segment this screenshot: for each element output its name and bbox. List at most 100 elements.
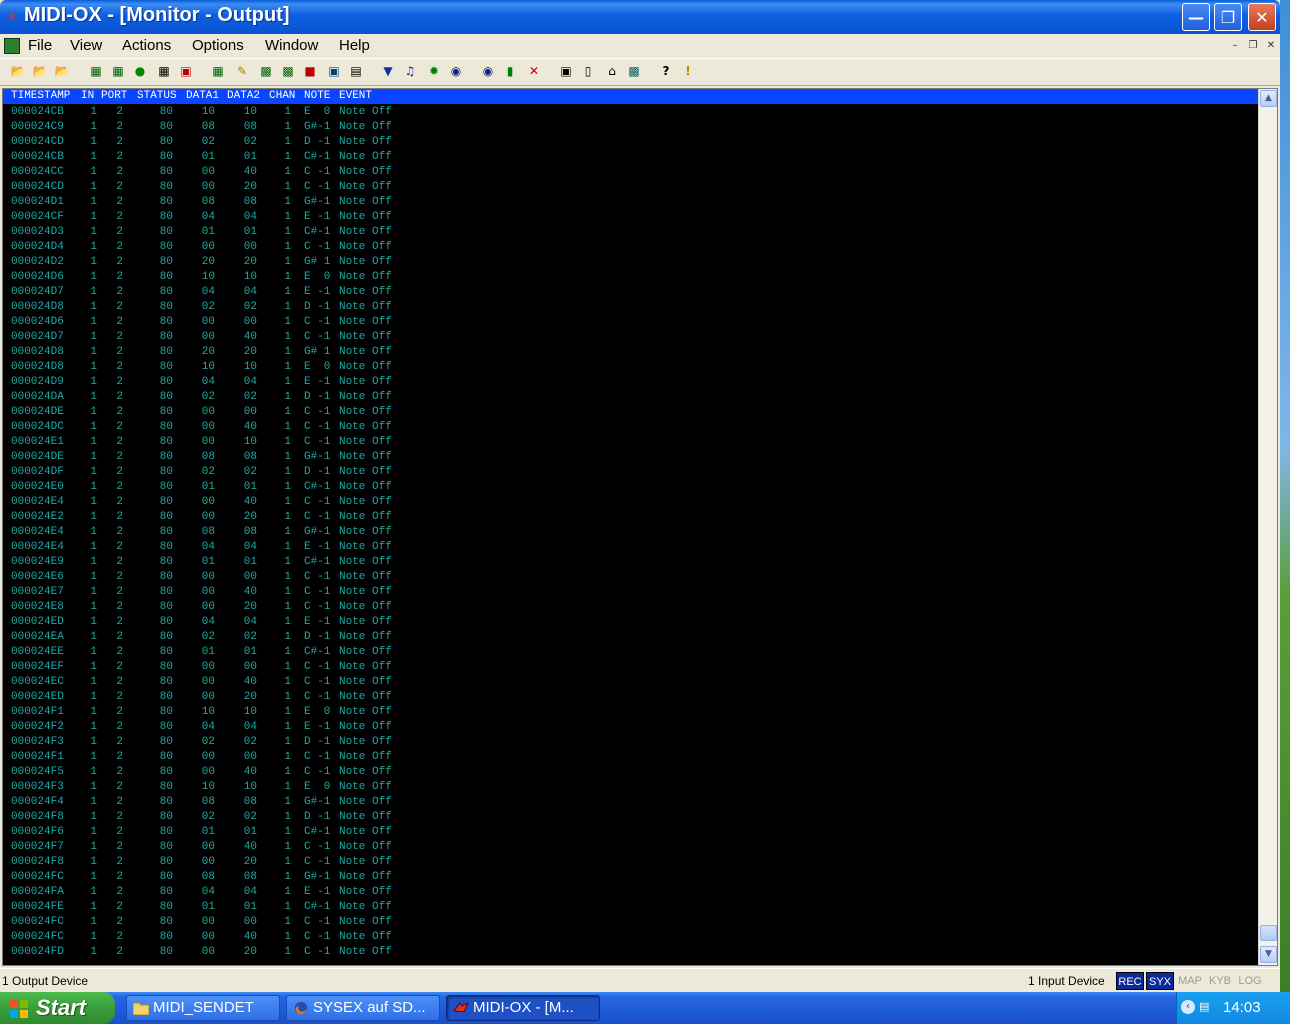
mdi-minimize-button[interactable]: – [1228,40,1242,52]
menu-view[interactable]: View [70,37,102,54]
table-row[interactable]: 000024E8 1 2 80 00 20 1 C -1 Note Off [3,600,1258,615]
table-row[interactable]: 000024CC 1 2 80 00 40 1 C -1 Note Off [3,165,1258,180]
table-row[interactable]: 000024F7 1 2 80 00 40 1 C -1 Note Off [3,840,1258,855]
record-icon[interactable]: ● [132,63,148,79]
port-out-icon[interactable]: ▦ [110,63,126,79]
table-row[interactable]: 000024D7 1 2 80 00 40 1 C -1 Note Off [3,330,1258,345]
table-row[interactable]: 000024CD 1 2 80 00 20 1 C -1 Note Off [3,180,1258,195]
table-row[interactable]: 000024F2 1 2 80 04 04 1 E -1 Note Off [3,720,1258,735]
table-row[interactable]: 000024E9 1 2 80 01 01 1 C#-1 Note Off [3,555,1258,570]
monitor-output-pane[interactable]: TIMESTAMP IN PORT STATUS DATA1 DATA2 CHA… [2,88,1278,966]
document-icon[interactable] [4,38,20,54]
table-row[interactable]: 000024CD 1 2 80 02 02 1 D -1 Note Off [3,135,1258,150]
open-icon[interactable]: 📂 [10,63,26,79]
table-row[interactable]: 000024EC 1 2 80 00 40 1 C -1 Note Off [3,675,1258,690]
table-row[interactable]: 000024D3 1 2 80 01 01 1 C#-1 Note Off [3,225,1258,240]
table-row[interactable]: 000024C9 1 2 80 08 08 1 G#-1 Note Off [3,120,1258,135]
menu-window[interactable]: Window [265,37,318,54]
grid-icon[interactable]: ▦ [156,63,172,79]
table-row[interactable]: 000024CB 1 2 80 01 01 1 C#-1 Note Off [3,150,1258,165]
table-row[interactable]: 000024FC 1 2 80 00 00 1 C -1 Note Off [3,915,1258,930]
table-row[interactable]: 000024EE 1 2 80 01 01 1 C#-1 Note Off [3,645,1258,660]
clock-icon[interactable]: ◉ [448,63,464,79]
table-row[interactable]: 000024E4 1 2 80 00 40 1 C -1 Note Off [3,495,1258,510]
table-row[interactable]: 000024CB 1 2 80 10 10 1 E 0 Note Off [3,105,1258,120]
table-row[interactable]: 000024EA 1 2 80 02 02 1 D -1 Note Off [3,630,1258,645]
restore-button[interactable]: ❐ [1214,3,1242,31]
table-row[interactable]: 000024DC 1 2 80 00 40 1 C -1 Note Off [3,420,1258,435]
menu-help[interactable]: Help [339,37,370,54]
table-row[interactable]: 000024E0 1 2 80 01 01 1 C#-1 Note Off [3,480,1258,495]
table-row[interactable]: 000024D8 1 2 80 10 10 1 E 0 Note Off [3,360,1258,375]
menu-options[interactable]: Options [192,37,244,54]
table-row[interactable]: 000024FC 1 2 80 00 40 1 C -1 Note Off [3,930,1258,945]
table-row[interactable]: 000024D6 1 2 80 10 10 1 E 0 Note Off [3,270,1258,285]
scroll-up-icon[interactable]: ▲ [1260,90,1277,107]
table-row[interactable]: 000024D6 1 2 80 00 00 1 C -1 Note Off [3,315,1258,330]
menu-file[interactable]: File [28,37,52,54]
table-row[interactable]: 000024D1 1 2 80 08 08 1 G#-1 Note Off [3,195,1258,210]
table-row[interactable]: 000024F8 1 2 80 02 02 1 D -1 Note Off [3,810,1258,825]
open-out-icon[interactable]: 📂 [54,63,70,79]
table-row[interactable]: 000024DA 1 2 80 02 02 1 D -1 Note Off [3,390,1258,405]
table-row[interactable]: 000024D8 1 2 80 02 02 1 D -1 Note Off [3,300,1258,315]
table-row[interactable]: 000024E4 1 2 80 04 04 1 E -1 Note Off [3,540,1258,555]
edit-icon[interactable]: ✎ [234,63,250,79]
vertical-scrollbar[interactable]: ▲ ▼ [1258,89,1277,965]
mdi-restore-button[interactable]: ❐ [1246,40,1260,52]
column-icon[interactable]: ▯ [580,63,596,79]
task-midiox[interactable]: MIDI-OX - [M... [446,995,600,1021]
table-row[interactable]: 000024FA 1 2 80 04 04 1 E -1 Note Off [3,885,1258,900]
task-firefox[interactable]: SYSEX auf SD... [286,995,440,1021]
tuner-icon[interactable]: ▼ [380,63,396,79]
table-row[interactable]: 000024D9 1 2 80 04 04 1 E -1 Note Off [3,375,1258,390]
start-button[interactable]: Start [0,992,115,1024]
table-row[interactable]: 000024F1 1 2 80 10 10 1 E 0 Note Off [3,705,1258,720]
network-tray-icon[interactable]: ▤ [1199,1000,1215,1014]
table-row[interactable]: 000024CF 1 2 80 04 04 1 E -1 Note Off [3,210,1258,225]
table-row[interactable]: 000024DF 1 2 80 02 02 1 D -1 Note Off [3,465,1258,480]
table-row[interactable]: 000024E4 1 2 80 08 08 1 G#-1 Note Off [3,525,1258,540]
table-row[interactable]: 000024F8 1 2 80 00 20 1 C -1 Note Off [3,855,1258,870]
table-row[interactable]: 000024FE 1 2 80 01 01 1 C#-1 Note Off [3,900,1258,915]
help-icon[interactable]: ? [658,63,674,79]
table-row[interactable]: 000024E7 1 2 80 00 40 1 C -1 Note Off [3,585,1258,600]
open-in-icon[interactable]: 📂 [32,63,48,79]
display-icon[interactable]: ▣ [326,63,342,79]
table-row[interactable]: 000024ED 1 2 80 00 20 1 C -1 Note Off [3,690,1258,705]
panic-icon[interactable]: ◉ [480,63,496,79]
title-bar[interactable]: ✈ MIDI-OX - [Monitor - Output] — ❐ ✕ [0,0,1280,34]
table-row[interactable]: 000024D8 1 2 80 20 20 1 G# 1 Note Off [3,345,1258,360]
sysex-icon[interactable]: ▣ [178,63,194,79]
house-icon[interactable]: ⌂ [604,63,620,79]
table-row[interactable]: 000024F6 1 2 80 01 01 1 C#-1 Note Off [3,825,1258,840]
mdi-close-button[interactable]: ✕ [1264,40,1278,52]
network-icon[interactable]: ▩ [626,63,642,79]
table-row[interactable]: 000024D2 1 2 80 20 20 1 G# 1 Note Off [3,255,1258,270]
patch-icon[interactable]: ✹ [426,63,442,79]
scroll-down-icon[interactable]: ▼ [1260,946,1277,963]
close-button[interactable]: ✕ [1248,3,1276,31]
table-row[interactable]: 000024E6 1 2 80 00 00 1 C -1 Note Off [3,570,1258,585]
table-row[interactable]: 000024F4 1 2 80 08 08 1 G#-1 Note Off [3,795,1258,810]
whats-this-icon[interactable]: ! [680,63,696,79]
traffic-light-icon[interactable]: ▮ [502,63,518,79]
table-row[interactable]: 000024D7 1 2 80 04 04 1 E -1 Note Off [3,285,1258,300]
minimize-button[interactable]: — [1182,3,1210,31]
piano-icon[interactable]: ▤ [348,63,364,79]
table-row[interactable]: 000024EF 1 2 80 00 00 1 C -1 Note Off [3,660,1258,675]
table-row[interactable]: 000024E2 1 2 80 00 20 1 C -1 Note Off [3,510,1258,525]
monitor-in-icon[interactable]: ▦ [210,63,226,79]
window-icon[interactable]: ▣ [558,63,574,79]
table-row[interactable]: 000024FD 1 2 80 00 20 1 C -1 Note Off [3,945,1258,960]
table-row[interactable]: 000024DE 1 2 80 08 08 1 G#-1 Note Off [3,450,1258,465]
table-row[interactable]: 000024F3 1 2 80 02 02 1 D -1 Note Off [3,735,1258,750]
table-row[interactable]: 000024ED 1 2 80 04 04 1 E -1 Note Off [3,615,1258,630]
table-row[interactable]: 000024FC 1 2 80 08 08 1 G#-1 Note Off [3,870,1258,885]
mapper-icon[interactable]: ▩ [280,63,296,79]
table-row[interactable]: 000024F1 1 2 80 00 00 1 C -1 Note Off [3,750,1258,765]
scroll-thumb[interactable] [1260,925,1277,941]
clear-icon[interactable]: ✕ [526,63,542,79]
filter-icon[interactable]: ■ [302,63,318,79]
tray-expand-icon[interactable]: ‹ [1181,1000,1195,1014]
